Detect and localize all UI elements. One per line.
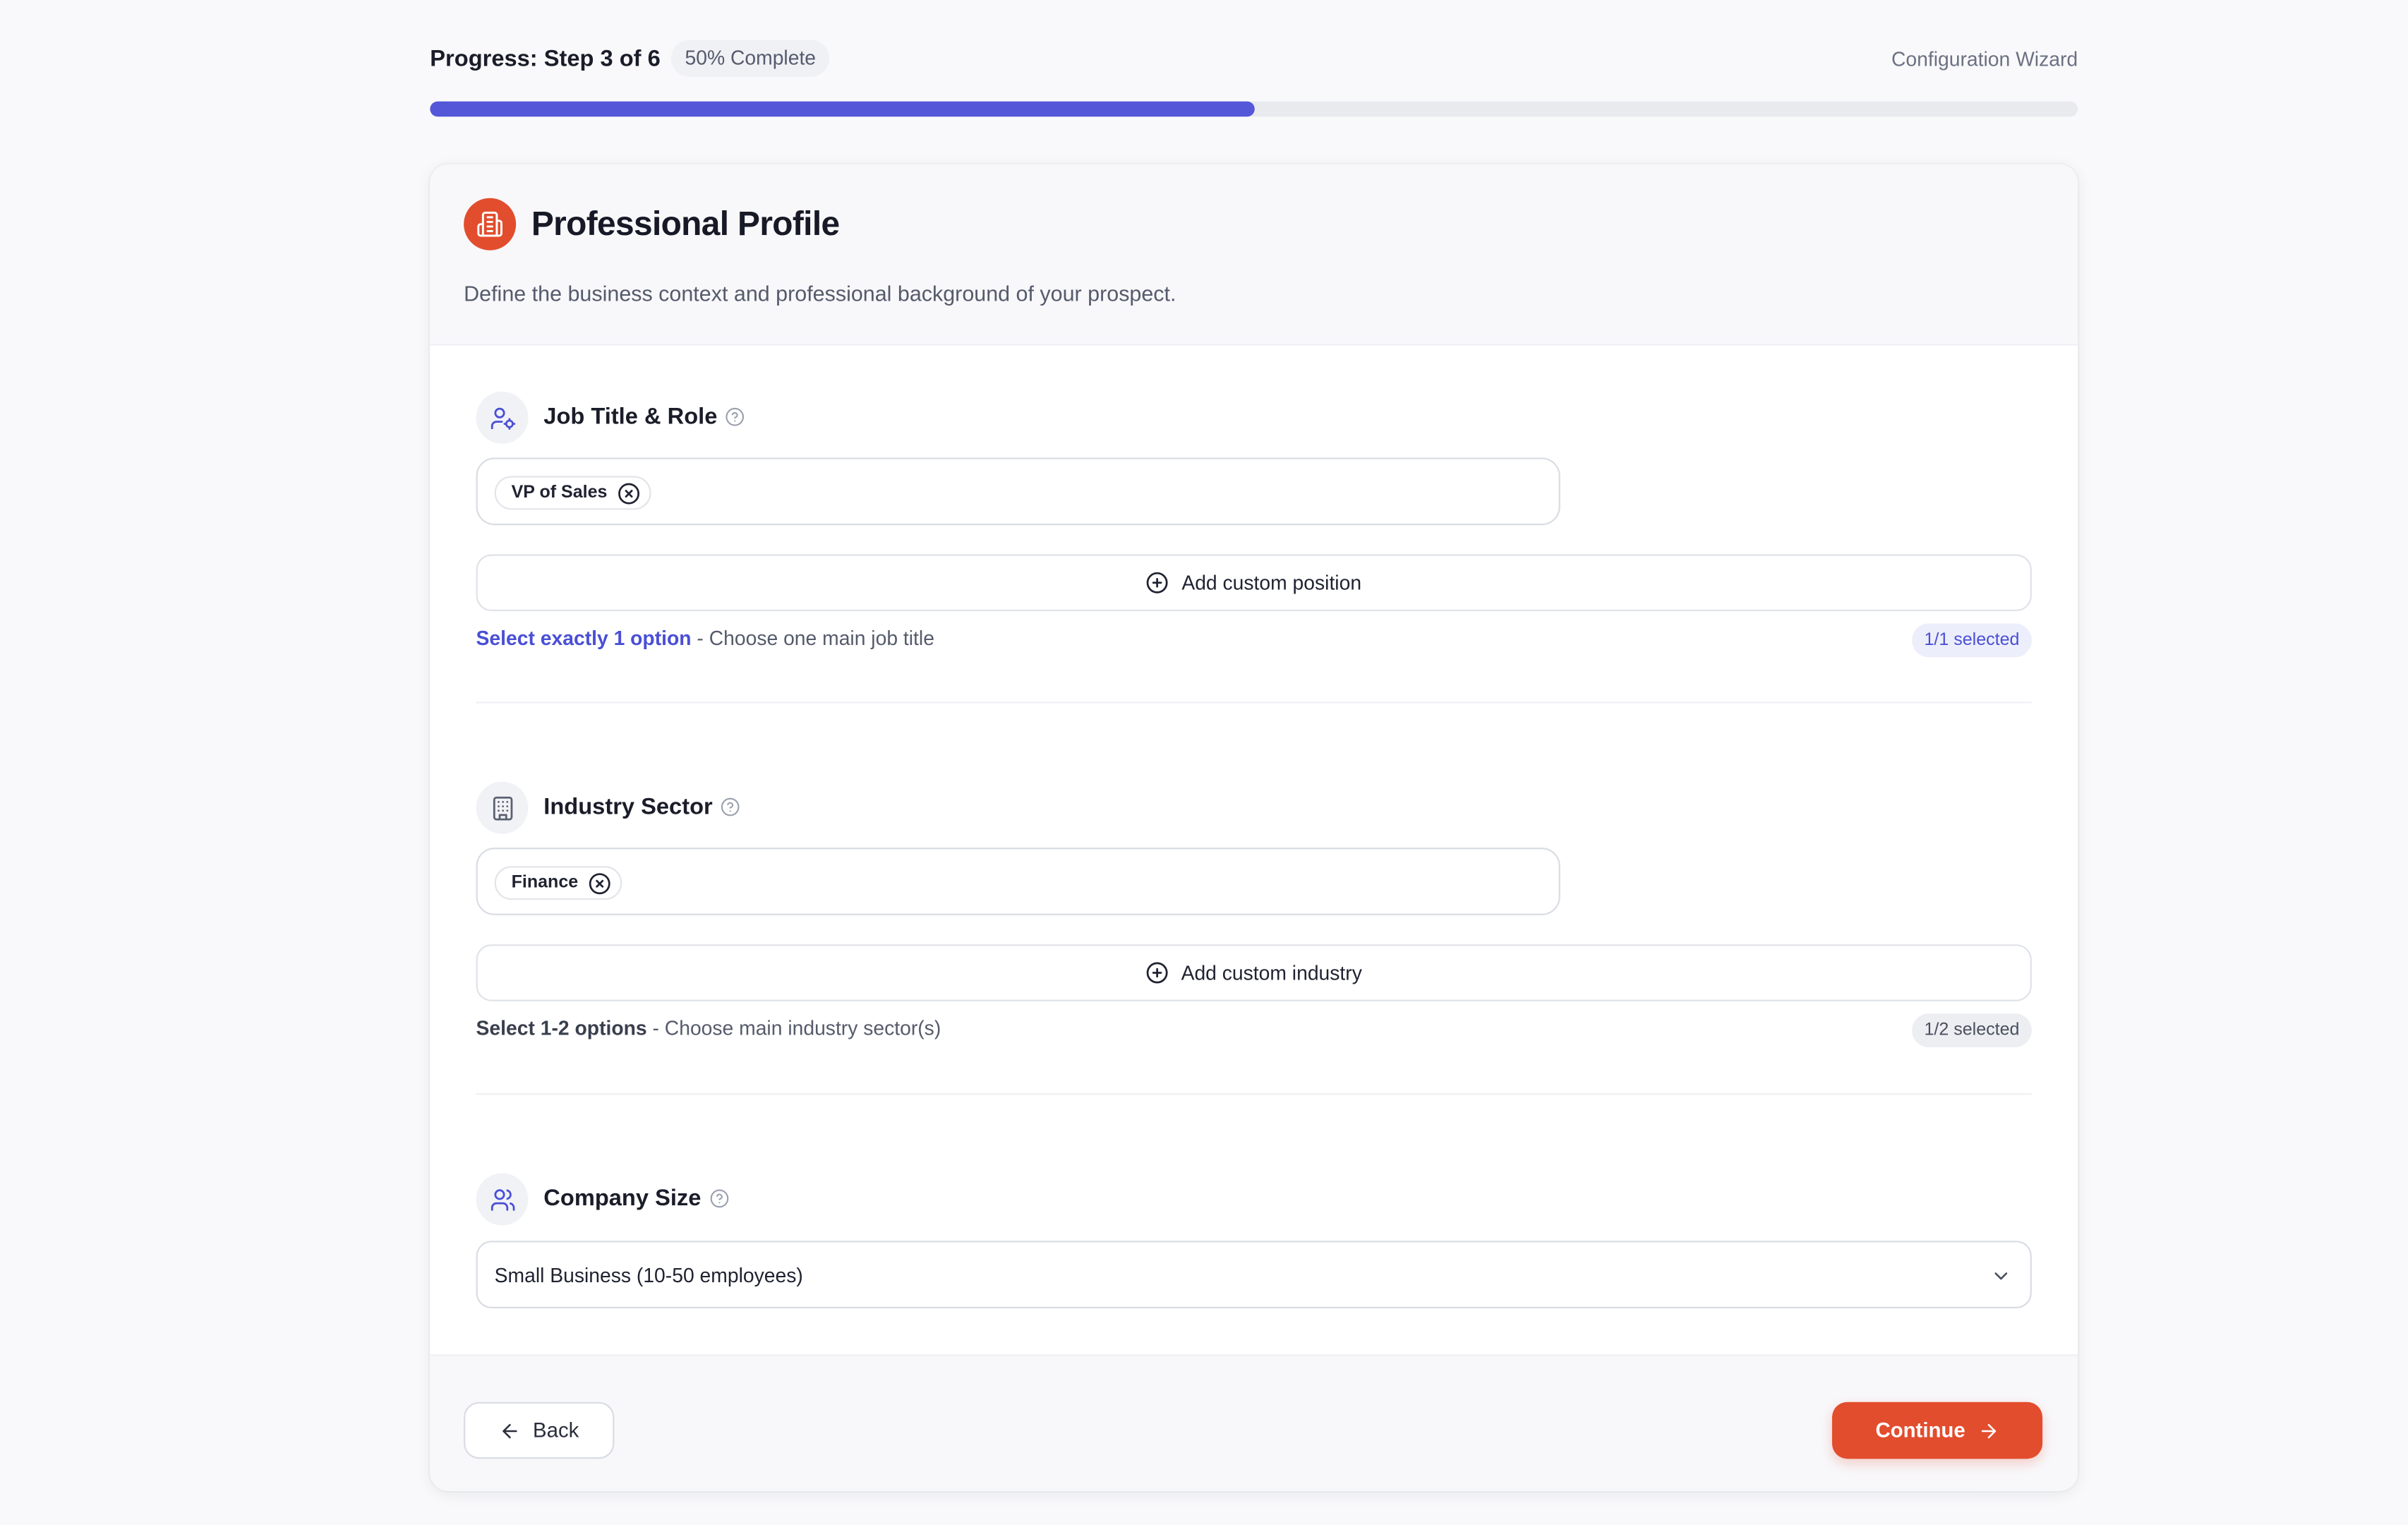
page-subtitle: Define the business context and professi… xyxy=(464,281,1176,306)
selected-tag: VP of Sales xyxy=(494,476,652,510)
selection-rule-strong: Select 1-2 options xyxy=(476,1016,647,1040)
help-icon[interactable] xyxy=(721,797,740,816)
wizard-page: Progress: Step 3 of 6 50% Complete Confi… xyxy=(0,0,2408,1525)
arrow-left-icon xyxy=(499,1420,520,1441)
building-document-icon xyxy=(464,198,517,251)
selected-tag-label: Finance xyxy=(511,874,579,893)
section-divider xyxy=(476,1093,2032,1095)
add-custom-industry-label: Add custom industry xyxy=(1181,961,1362,984)
progress-header: Progress: Step 3 of 6 50% Complete Confi… xyxy=(430,37,2078,80)
continue-button[interactable]: Continue xyxy=(1831,1402,2043,1459)
progress-title: Progress: Step 3 of 6 xyxy=(430,46,661,73)
continue-button-label: Continue xyxy=(1875,1418,1965,1442)
card-header: Professional Profile Define the business… xyxy=(430,164,2078,346)
wizard-label: Configuration Wizard xyxy=(1891,47,2078,71)
job-title-label: Job Title & Role xyxy=(543,404,745,430)
company-size-select[interactable]: Small Business (10-50 employees) xyxy=(476,1241,2032,1308)
building-icon xyxy=(476,781,529,834)
help-icon[interactable] xyxy=(725,407,745,427)
industry-label: Industry Sector xyxy=(543,794,740,820)
selection-rule-hint: - Choose main industry sector(s) xyxy=(646,1016,941,1040)
selected-tag: Finance xyxy=(494,866,623,900)
remove-tag-icon[interactable] xyxy=(589,872,612,895)
add-custom-industry-button[interactable]: Add custom industry xyxy=(476,944,2032,1001)
progress-percent-badge: 50% Complete xyxy=(670,40,830,77)
selection-rule: Select 1-2 options - Choose main industr… xyxy=(476,1017,941,1040)
job-title-tag-input[interactable]: VP of Sales xyxy=(476,457,1560,526)
section-divider xyxy=(476,701,2032,704)
company-size-value: Small Business (10-50 employees) xyxy=(494,1263,803,1287)
plus-circle-icon xyxy=(1146,961,1169,984)
industry-tag-input[interactable]: Finance xyxy=(476,848,1560,915)
help-icon[interactable] xyxy=(709,1188,728,1208)
page-title: Professional Profile xyxy=(531,204,840,243)
profile-card: Professional Profile Define the business… xyxy=(430,164,2078,1491)
chevron-down-icon xyxy=(1990,1265,2011,1286)
selection-rule-hint: - Choose one main job title xyxy=(691,626,934,650)
arrow-right-icon xyxy=(1977,1420,1999,1441)
user-cog-icon xyxy=(476,391,529,444)
add-custom-position-label: Add custom position xyxy=(1181,571,1362,595)
job-title-label-text: Job Title & Role xyxy=(543,404,718,430)
remove-tag-icon[interactable] xyxy=(618,481,642,505)
company-size-label: Company Size xyxy=(543,1186,728,1212)
selected-tag-label: VP of Sales xyxy=(511,483,608,502)
users-icon xyxy=(476,1173,529,1226)
selection-count-badge: 1/1 selected xyxy=(1912,623,2032,658)
progress-bar-fill xyxy=(430,101,1254,117)
progress-bar xyxy=(430,101,2078,117)
back-button[interactable]: Back xyxy=(464,1402,615,1459)
add-custom-position-button[interactable]: Add custom position xyxy=(476,554,2032,612)
back-button-label: Back xyxy=(533,1418,579,1442)
card-footer: Back Continue xyxy=(430,1354,2078,1491)
company-size-label-text: Company Size xyxy=(543,1185,702,1212)
industry-label-text: Industry Sector xyxy=(543,793,713,820)
selection-rule: Select exactly 1 option - Choose one mai… xyxy=(476,627,934,650)
selection-count-badge: 1/2 selected xyxy=(1912,1013,2032,1048)
plus-circle-icon xyxy=(1146,571,1169,594)
selection-rule-strong: Select exactly 1 option xyxy=(476,626,692,650)
